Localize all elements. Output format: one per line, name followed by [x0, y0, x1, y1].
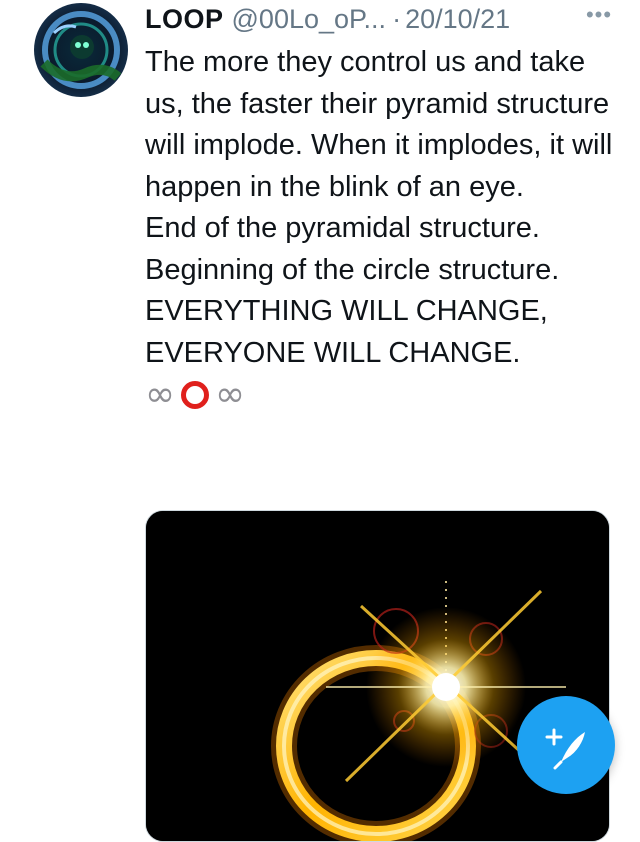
tweet-text: The more they control us and take us, th… — [145, 42, 615, 415]
tweet-paragraph: EVERYTHING WILL CHANGE, EVERYONE WILL CH… — [145, 295, 548, 369]
author-handle[interactable]: @00Lo_oP... — [232, 2, 387, 36]
avatar-image — [34, 3, 128, 97]
tweet-paragraph: End of the pyramidal structure. Beginnin… — [145, 212, 560, 286]
red-circle-icon — [181, 381, 209, 409]
author-name[interactable]: LOOP — [145, 2, 224, 36]
infinity-icon: ∞ — [215, 374, 245, 415]
emoji-row: ∞ ∞ — [145, 375, 615, 415]
feather-plus-icon — [545, 728, 585, 770]
avatar[interactable] — [34, 3, 128, 97]
tweet-date[interactable]: 20/10/21 — [405, 2, 510, 36]
separator-dot: · — [392, 4, 402, 34]
tweet-paragraph: The more they control us and take us, th… — [145, 46, 613, 203]
infinity-icon: ∞ — [145, 374, 175, 415]
more-options-icon[interactable]: ••• — [584, 4, 614, 28]
tweet-header: LOOP @00Lo_oP... · 20/10/21 ••• — [145, 2, 614, 36]
compose-tweet-button[interactable] — [517, 696, 615, 794]
